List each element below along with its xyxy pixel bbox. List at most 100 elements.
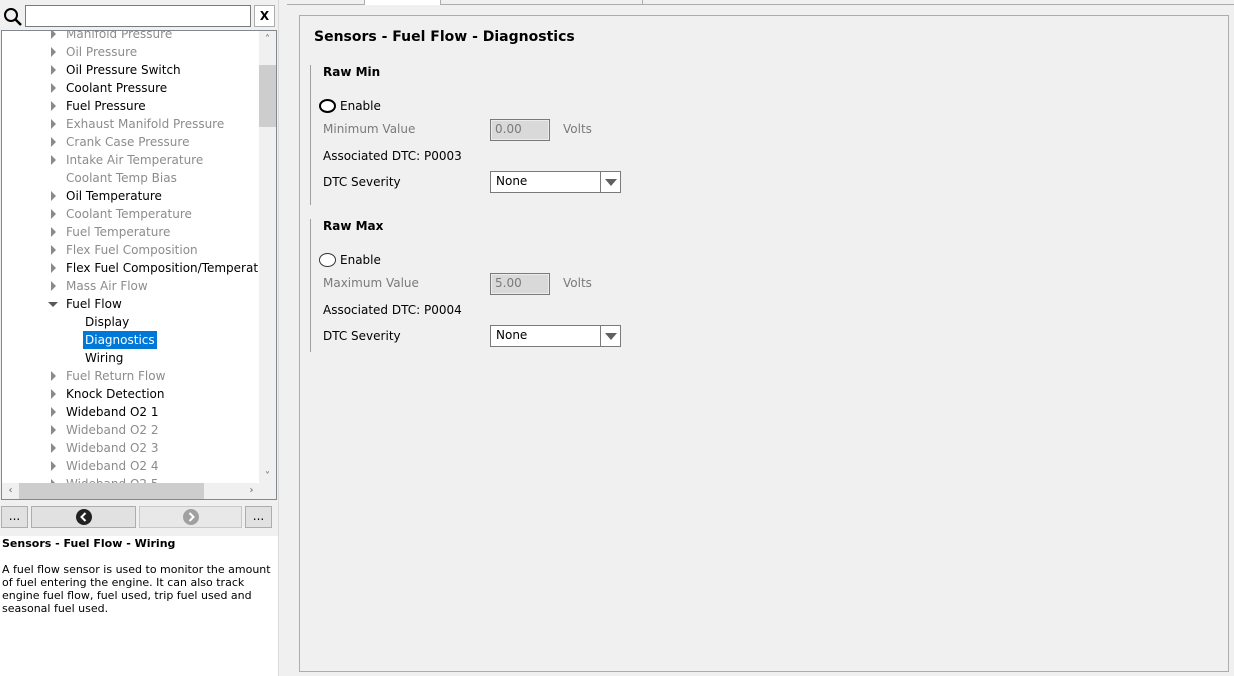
tree-item-label: Wideband O2 3 [66, 441, 159, 455]
search-input[interactable] [25, 5, 251, 27]
raw-max-group: Raw Max Enable Maximum Value 5.00 Volts … [310, 219, 710, 352]
scroll-right-icon[interactable]: › [243, 483, 260, 499]
tree-item[interactable]: Display [2, 313, 260, 331]
enable-label: Enable [340, 99, 381, 113]
tree-item[interactable]: Wideband O2 3 [2, 439, 260, 457]
collapsed-triangle-icon[interactable] [48, 115, 60, 133]
history-nav: ... ... [0, 506, 278, 530]
enable-label: Enable [340, 253, 381, 267]
collapsed-triangle-icon[interactable] [48, 223, 60, 241]
raw-min-severity-select[interactable]: None [490, 171, 621, 193]
raw-min-group: Raw Min Enable Minimum Value 0.00 Volts … [310, 65, 710, 205]
tree-item-label: Knock Detection [66, 387, 165, 401]
tree-item[interactable]: Knock Detection [2, 385, 260, 403]
radio-icon [319, 253, 336, 267]
scroll-up-icon[interactable]: ˄ [259, 31, 276, 48]
collapsed-triangle-icon[interactable] [48, 385, 60, 403]
collapsed-triangle-icon[interactable] [48, 259, 60, 277]
tree-item[interactable]: Flex Fuel Composition [2, 241, 260, 259]
tree-item[interactable]: Wiring [2, 349, 260, 367]
tab[interactable] [287, 0, 365, 5]
chevron-down-icon[interactable] [600, 326, 620, 346]
description-panel: Sensors - Fuel Flow - Wiring A fuel flow… [0, 536, 278, 676]
collapsed-triangle-icon[interactable] [48, 367, 60, 385]
collapsed-triangle-icon[interactable] [48, 439, 60, 457]
tree-item-label: Diagnostics [82, 330, 158, 350]
selected-value: None [496, 328, 528, 342]
tree-item[interactable]: Exhaust Manifold Pressure [2, 115, 260, 133]
minimum-value-input: 0.00 [490, 119, 550, 141]
collapsed-triangle-icon[interactable] [48, 187, 60, 205]
chevron-down-icon[interactable] [600, 172, 620, 192]
description-body: A fuel flow sensor is used to monitor th… [2, 563, 271, 615]
unit-label: Volts [563, 122, 592, 136]
tree-item[interactable]: Wideband O2 4 [2, 457, 260, 475]
collapsed-triangle-icon[interactable] [48, 79, 60, 97]
expanded-triangle-icon[interactable] [48, 295, 60, 313]
collapsed-triangle-icon[interactable] [48, 241, 60, 259]
tree-item-label: Display [85, 315, 130, 329]
tree-item[interactable]: Fuel Return Flow [2, 367, 260, 385]
tree-item-label: Coolant Temperature [66, 207, 192, 221]
tree-item[interactable]: Oil Temperature [2, 187, 260, 205]
tree-item[interactable]: Wideband O2 1 [2, 403, 260, 421]
collapsed-triangle-icon[interactable] [48, 151, 60, 169]
collapsed-triangle-icon[interactable] [48, 277, 60, 295]
tree-item-label: Fuel Return Flow [66, 369, 166, 383]
collapsed-triangle-icon[interactable] [48, 61, 60, 79]
tree-item[interactable]: Fuel Flow [2, 295, 260, 313]
back-button[interactable] [31, 506, 136, 528]
navigation-pane: X Manifold Pressure Oil Pressure Oil Press… [0, 0, 278, 676]
scroll-left-icon[interactable]: ‹ [2, 483, 19, 499]
tree-item[interactable]: Fuel Pressure [2, 97, 260, 115]
description-title: Sensors - Fuel Flow - Wiring [2, 537, 176, 550]
scrollbar-corner [259, 483, 276, 499]
tree-vertical-scrollbar[interactable]: ˄ ˅ [259, 31, 276, 485]
tree-item[interactable]: Fuel Temperature [2, 223, 260, 241]
group-title: Raw Max [323, 219, 384, 233]
collapsed-triangle-icon[interactable] [48, 205, 60, 223]
tree-item-label: Coolant Pressure [66, 81, 168, 95]
tree-item[interactable]: Flex Fuel Composition/Temperature S [2, 259, 276, 277]
collapsed-triangle-icon[interactable] [48, 403, 60, 421]
clear-search-button[interactable]: X [254, 5, 275, 27]
sensor-tree[interactable]: Manifold Pressure Oil Pressure Oil Pressur… [1, 30, 277, 500]
collapsed-triangle-icon[interactable] [48, 133, 60, 151]
tree-item[interactable]: Manifold Pressure [2, 31, 260, 43]
scrollbar-thumb[interactable] [259, 65, 276, 127]
tree-item[interactable]: Crank Case Pressure [2, 133, 260, 151]
tree-items: Manifold Pressure Oil Pressure Oil Pressur… [2, 31, 276, 493]
collapsed-triangle-icon[interactable] [48, 421, 60, 439]
more-right-button[interactable]: ... [245, 506, 272, 528]
collapsed-triangle-icon[interactable] [48, 43, 60, 61]
tab[interactable] [441, 0, 643, 5]
selected-value: None [496, 174, 528, 188]
tree-item[interactable]: Coolant Pressure [2, 79, 260, 97]
tree-item[interactable]: Oil Pressure [2, 43, 260, 61]
collapsed-triangle-icon[interactable] [48, 457, 60, 475]
tree-item[interactable]: Mass Air Flow [2, 277, 260, 295]
more-left-button[interactable]: ... [1, 506, 28, 528]
tab-active[interactable] [365, 0, 441, 5]
tree-item-label: Flex Fuel Composition [66, 243, 198, 257]
collapsed-triangle-icon[interactable] [48, 97, 60, 115]
associated-dtc-label: Associated DTC: P0004 [323, 303, 462, 317]
tree-horizontal-scrollbar[interactable]: ‹ › [2, 483, 260, 499]
scrollbar-thumb[interactable] [19, 483, 204, 499]
tree-item[interactable]: Coolant Temperature [2, 205, 260, 223]
associated-dtc-label: Associated DTC: P0003 [323, 149, 462, 163]
tree-item[interactable]: Wideband O2 2 [2, 421, 260, 439]
minimum-value-label: Minimum Value [323, 122, 416, 136]
raw-max-severity-select[interactable]: None [490, 325, 621, 347]
pane-splitter[interactable] [278, 0, 288, 676]
tree-item-label: Coolant Temp Bias [66, 171, 177, 185]
forward-button[interactable] [139, 506, 242, 528]
tree-item-label: Fuel Temperature [66, 225, 171, 239]
tree-item[interactable]: Intake Air Temperature [2, 151, 260, 169]
search-bar: X [0, 4, 278, 30]
collapsed-triangle-icon[interactable] [48, 31, 60, 43]
tree-item[interactable]: Oil Pressure Switch [2, 61, 260, 79]
tree-item-label: Intake Air Temperature [66, 153, 204, 167]
tree-item[interactable]: Coolant Temp Bias [2, 169, 260, 187]
tree-item[interactable]: Diagnostics [2, 330, 260, 350]
